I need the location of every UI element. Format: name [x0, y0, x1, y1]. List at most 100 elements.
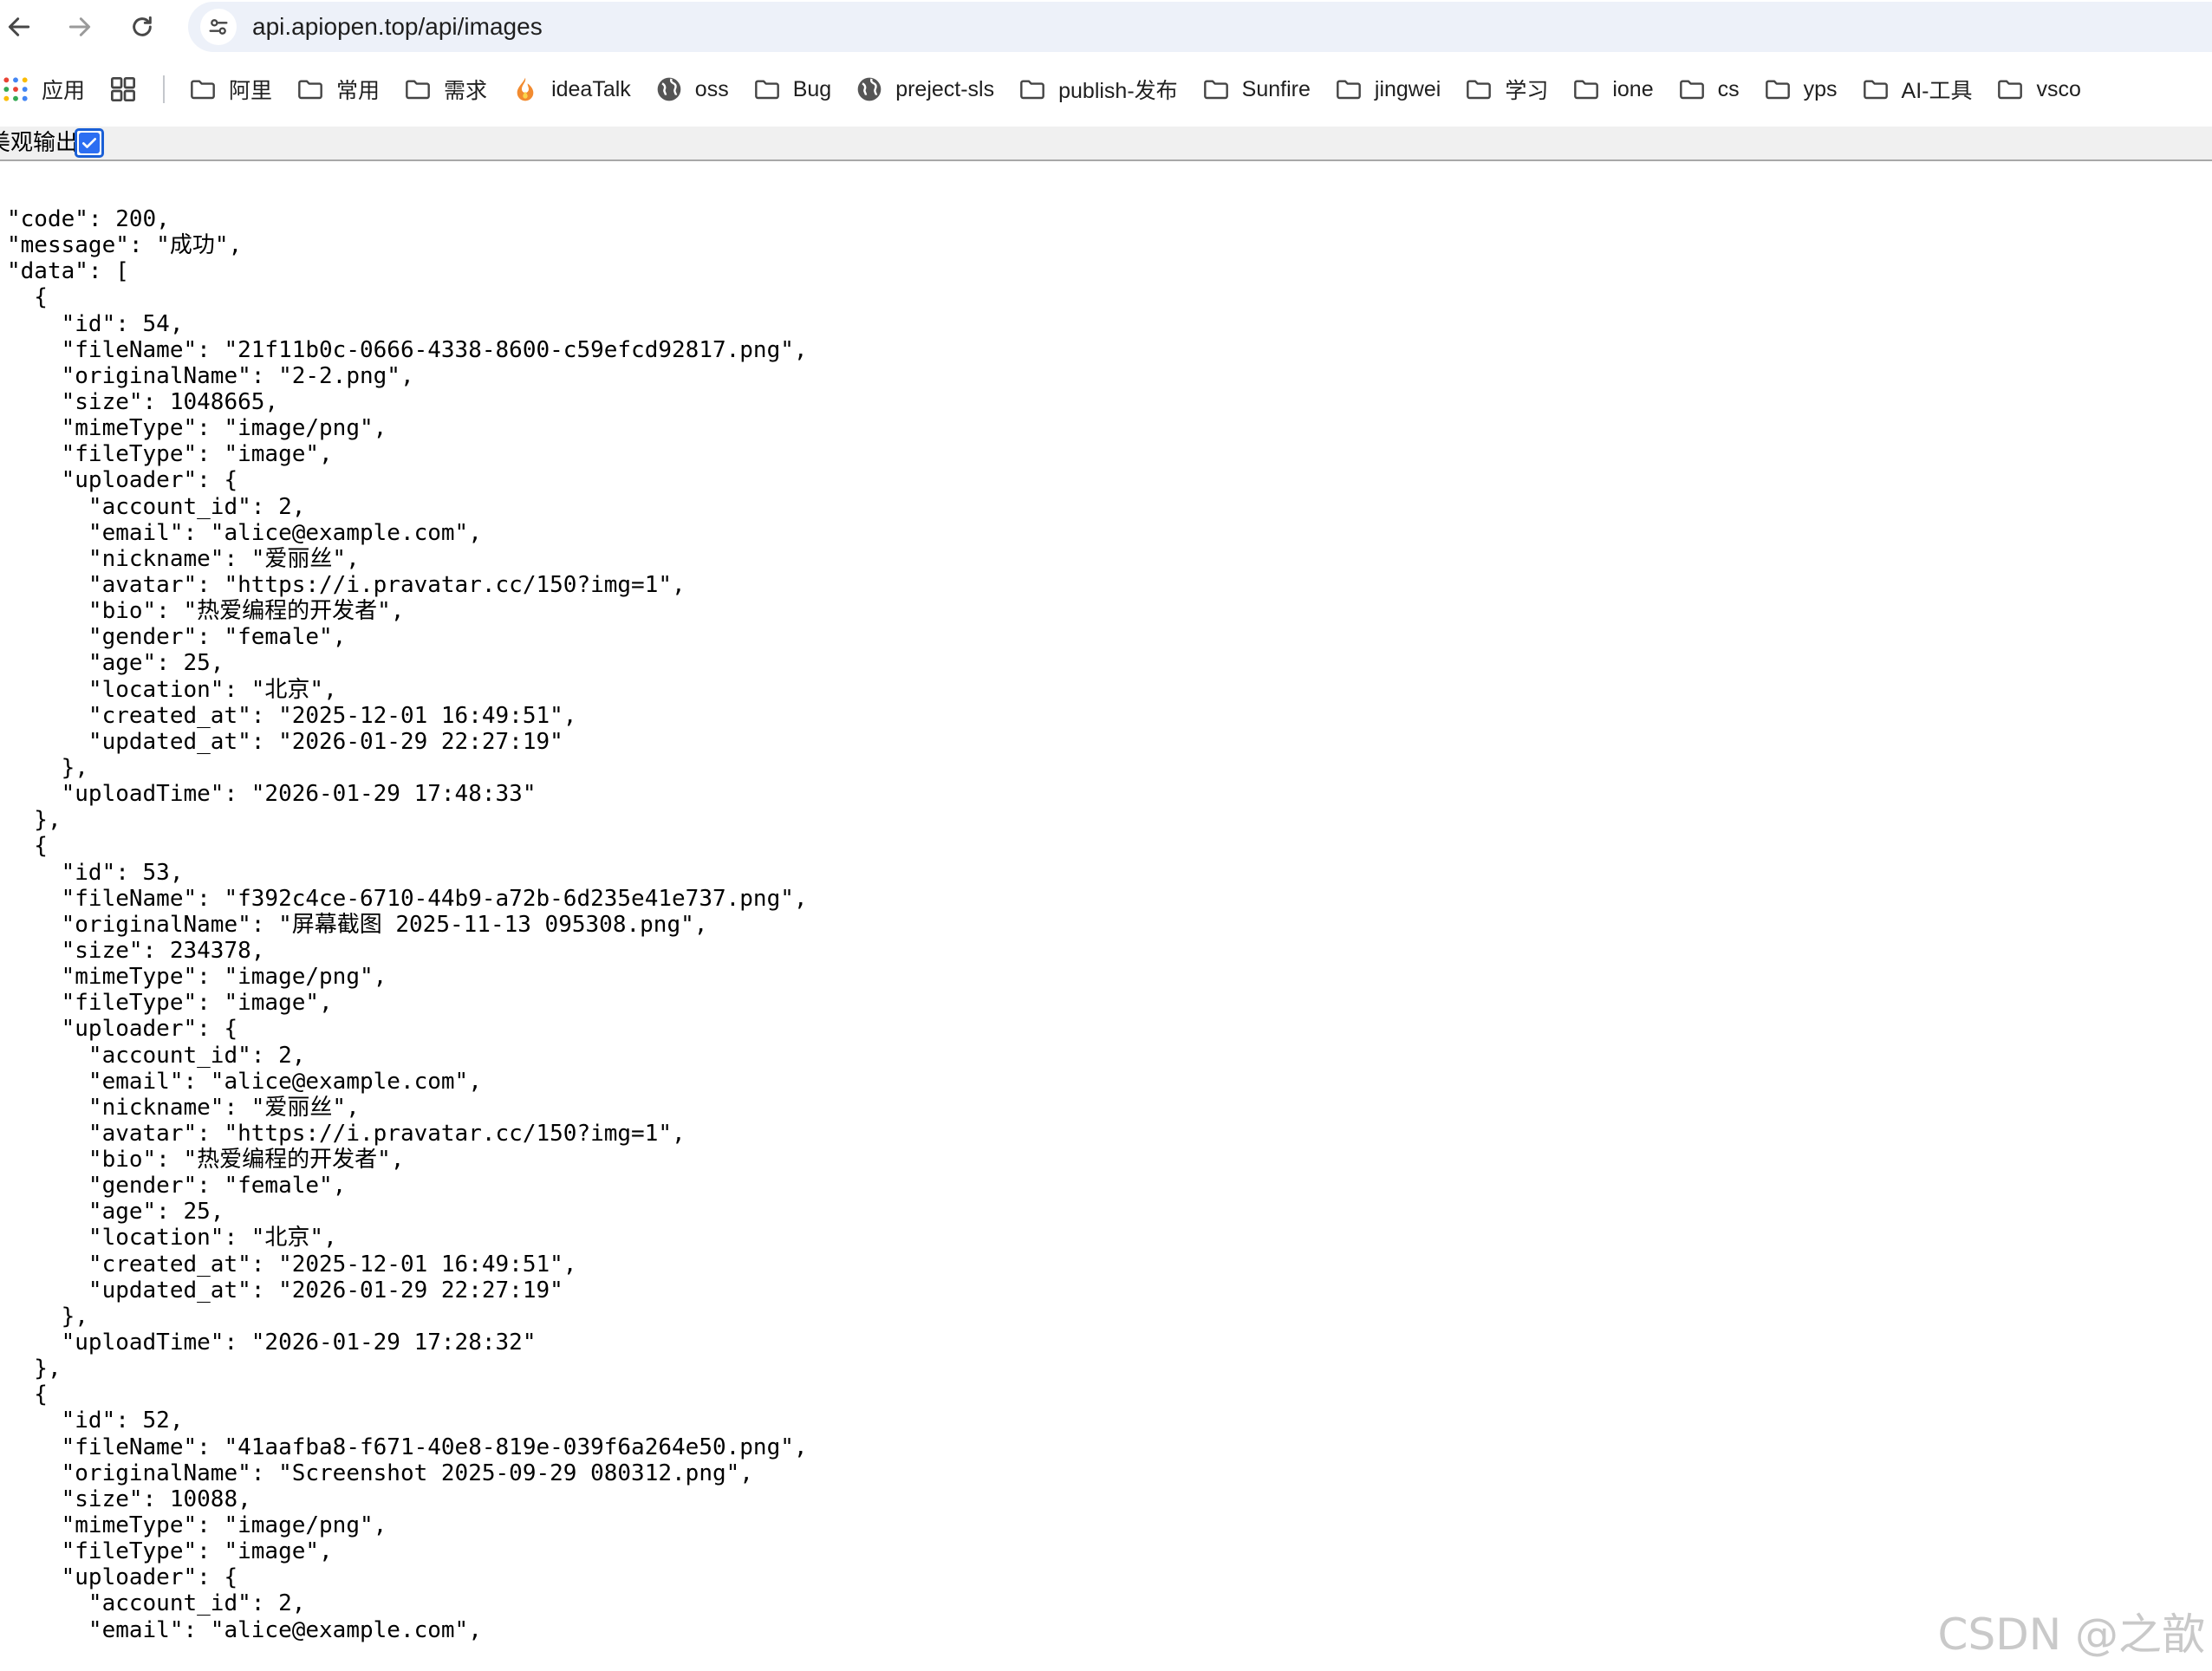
- bookmark-folder-vscode[interactable]: vsco: [1984, 68, 2092, 110]
- bookmark-folder-study[interactable]: 学习: [1453, 68, 1560, 110]
- json-line: },: [7, 754, 88, 781]
- pretty-print-label: 美观输出: [0, 130, 79, 156]
- bookmark-ideatalk[interactable]: ideaTalk: [499, 68, 643, 110]
- bookmark-label: yps: [1803, 76, 1838, 101]
- bookmark-folder-jingwei[interactable]: jingwei: [1323, 68, 1453, 110]
- json-line: "fileType": "image",: [7, 990, 333, 1017]
- json-viewer-toolbar: 美观输出: [0, 127, 2212, 161]
- bookmark-folder-bug[interactable]: Bug: [741, 68, 843, 110]
- json-line: "message": "成功",: [7, 232, 243, 259]
- reload-button[interactable]: [123, 8, 161, 46]
- bookmark-label: jingwei: [1374, 76, 1441, 101]
- bookmark-label: ideaTalk: [551, 76, 631, 101]
- folder-icon: [1765, 80, 1790, 100]
- bookmark-label: publish-发布: [1058, 79, 1178, 103]
- json-line: "mimeType": "image/png",: [7, 964, 387, 991]
- bookmark-label: 常用: [336, 79, 381, 103]
- bookmark-label: cs: [1717, 76, 1740, 101]
- json-line: "age": 25,: [7, 650, 224, 677]
- json-line: "location": "北京",: [7, 676, 337, 703]
- watermark: CSDN @之歆: [1937, 1609, 2205, 1660]
- bookmark-folder-sunfire[interactable]: Sunfire: [1190, 68, 1323, 110]
- bookmark-label: oss: [694, 76, 729, 101]
- bookmark-folder-requirements[interactable]: 需求: [392, 68, 499, 110]
- json-line: },: [7, 1303, 88, 1330]
- bookmark-apps[interactable]: 应用: [0, 68, 97, 110]
- checkmark-icon: [82, 138, 96, 148]
- json-line: "uploadTime": "2026-01-29 17:28:32": [7, 1330, 537, 1356]
- folder-icon: [1679, 80, 1704, 100]
- bookmark-folder-ione[interactable]: ione: [1560, 68, 1665, 110]
- bookmarks-divider: [163, 75, 166, 103]
- json-line: "fileName": "f392c4ce-6710-44b9-a72b-6d2…: [7, 885, 808, 912]
- json-line: {: [7, 833, 48, 860]
- address-bar[interactable]: api.apiopen.top/api/images: [188, 2, 2212, 52]
- json-line: "nickname": "爱丽丝",: [7, 545, 360, 572]
- json-line: "account_id": 2,: [7, 1042, 306, 1069]
- bookmarks-bar: 应用 阿里 常用 需求 ideaTalk oss Bug preject-sls…: [0, 66, 2212, 113]
- globe-icon: [657, 77, 681, 101]
- tab-groups-icon: [111, 77, 136, 101]
- bookmark-label: AI-工具: [1901, 79, 1973, 103]
- bookmark-preject-sls[interactable]: preject-sls: [843, 68, 1006, 110]
- bookmark-folder-cs[interactable]: cs: [1666, 68, 1752, 110]
- bookmark-folder-ali[interactable]: 阿里: [177, 68, 284, 110]
- bookmark-folder-common[interactable]: 常用: [284, 68, 392, 110]
- json-content: "code": 200, "message": "成功", "data": [ { …: [7, 206, 808, 1643]
- json-line: "uploader": {: [7, 467, 238, 494]
- json-line: "originalName": "2-2.png",: [7, 362, 414, 389]
- folder-icon: [298, 80, 322, 100]
- json-line: "fileName": "41aafba8-f671-40e8-819e-039…: [7, 1434, 808, 1460]
- folder-icon: [1203, 80, 1228, 100]
- bookmark-tab-groups[interactable]: [97, 68, 149, 110]
- json-line: "fileType": "image",: [7, 441, 333, 468]
- tune-icon: [209, 19, 228, 35]
- back-button[interactable]: [0, 8, 38, 46]
- bookmark-folder-publish[interactable]: publish-发布: [1006, 68, 1190, 110]
- browser-toolbar: api.apiopen.top/api/images: [0, 0, 2212, 54]
- folder-icon: [1863, 80, 1888, 100]
- bookmark-folder-ai-tools[interactable]: AI-工具: [1850, 68, 1985, 110]
- flame-icon: [517, 77, 534, 101]
- json-line: "gender": "female",: [7, 624, 347, 651]
- json-line: "created_at": "2025-12-01 16:49:51",: [7, 702, 577, 729]
- json-line: "originalName": "屏幕截图 2025-11-13 095308.…: [7, 911, 708, 938]
- json-line: "mimeType": "image/png",: [7, 1512, 387, 1539]
- json-line: "bio": "热爱编程的开发者",: [7, 1147, 405, 1174]
- json-line: "originalName": "Screenshot 2025-09-29 0…: [7, 1460, 753, 1486]
- json-line: "mimeType": "image/png",: [7, 415, 387, 442]
- bookmark-folder-yps[interactable]: yps: [1752, 68, 1850, 110]
- bookmark-label: 需求: [444, 79, 488, 103]
- bookmark-label: Sunfire: [1241, 76, 1311, 101]
- json-line: "updated_at": "2026-01-29 22:27:19": [7, 728, 563, 755]
- json-line: },: [7, 1356, 62, 1382]
- folder-icon: [754, 80, 779, 100]
- arrow-right-icon: [68, 17, 91, 36]
- bookmark-label: preject-sls: [895, 76, 995, 101]
- json-line: },: [7, 807, 62, 834]
- globe-icon: [857, 77, 882, 101]
- json-line: "size": 10088,: [7, 1486, 251, 1512]
- json-line: "id": 52,: [7, 1408, 184, 1434]
- pretty-print-checkbox[interactable]: [75, 128, 104, 158]
- folder-icon: [1020, 80, 1044, 100]
- json-line: "uploader": {: [7, 1016, 238, 1043]
- bookmark-label: ione: [1612, 76, 1654, 101]
- forward-button[interactable]: [61, 8, 99, 46]
- json-line: "gender": "female",: [7, 1173, 347, 1200]
- json-line: "account_id": 2,: [7, 493, 306, 520]
- bookmark-label: 阿里: [229, 79, 273, 103]
- bookmark-label: 应用: [42, 79, 86, 103]
- site-info-button[interactable]: [200, 9, 237, 45]
- json-line: {: [7, 284, 48, 311]
- bookmark-oss[interactable]: oss: [643, 68, 741, 110]
- json-line: "fileType": "image",: [7, 1538, 333, 1565]
- json-line: "id": 54,: [7, 310, 184, 337]
- json-line: {: [7, 1382, 48, 1408]
- url-text[interactable]: api.apiopen.top/api/images: [252, 13, 543, 41]
- folder-icon: [406, 80, 430, 100]
- json-line: "email": "alice@example.com",: [7, 1616, 482, 1643]
- bookmark-label: Bug: [792, 76, 832, 101]
- json-line: "account_id": 2,: [7, 1590, 306, 1617]
- bookmark-label: 学习: [1505, 79, 1549, 103]
